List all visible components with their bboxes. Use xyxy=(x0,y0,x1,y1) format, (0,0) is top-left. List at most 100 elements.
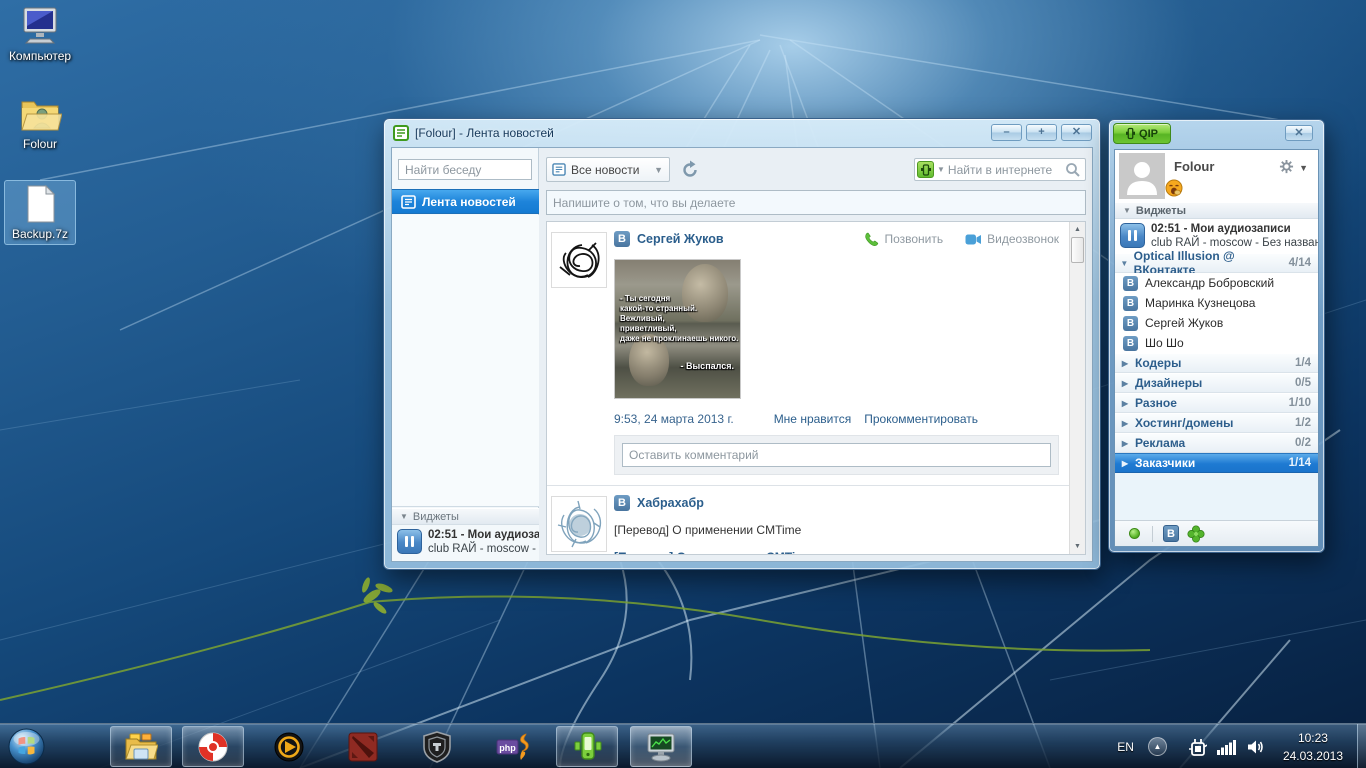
scroll-down-icon[interactable]: ▼ xyxy=(1071,540,1084,553)
contact-group-misc[interactable]: ▶ Разное 1/10 xyxy=(1115,393,1318,413)
panel-close-button[interactable]: ✕ xyxy=(1285,125,1313,141)
search-icon[interactable] xyxy=(1065,162,1081,178)
panel-widgets-header[interactable]: ▼ Виджеты xyxy=(1115,202,1318,219)
vk-account-icon[interactable]: B xyxy=(1163,525,1179,542)
newspaper-icon xyxy=(401,195,416,209)
internet-search-box[interactable]: ▼ xyxy=(914,158,1086,181)
network-signal-icon[interactable] xyxy=(1217,739,1237,755)
call-button[interactable]: Позвонить xyxy=(864,232,943,247)
chevron-down-icon[interactable]: ▼ xyxy=(1299,163,1308,173)
audio-player-widget[interactable]: 02:51 - Мои аудиозаписи club RAЙ - mosco… xyxy=(392,525,539,561)
contact-group-clients[interactable]: ▶ Заказчики 1/14 xyxy=(1115,453,1318,473)
desktop-icon-folour[interactable]: Folour xyxy=(4,94,76,151)
taskbar-qip-infium-window-button[interactable] xyxy=(630,726,692,767)
audio-widget-subtitle: club RAЙ - moscow - Без названия xyxy=(1151,237,1318,249)
post-timestamp: 9:53, 24 марта 2013 г. xyxy=(614,412,734,426)
conversation-search-input[interactable] xyxy=(398,159,532,180)
window-titlebar[interactable]: [Folour] - Лента новостей – + ✕ xyxy=(384,119,1100,147)
refresh-button[interactable] xyxy=(680,160,700,180)
collapse-arrow-icon: ▼ xyxy=(1115,259,1134,268)
contact-group-coders[interactable]: ▶ Кодеры 1/4 xyxy=(1115,353,1318,373)
power-plug-icon[interactable] xyxy=(1189,737,1207,757)
clock-date: 24.03.2013 xyxy=(1283,747,1343,765)
chevron-down-icon[interactable]: ▼ xyxy=(937,165,945,174)
feed-scrollbar[interactable]: ▲ ▼ xyxy=(1069,222,1085,554)
taskbar-yandex-browser-button[interactable] xyxy=(182,726,244,767)
audio-player-widget[interactable]: 02:51 - Мои аудиозаписи club RAЙ - mosco… xyxy=(1115,219,1318,253)
taskbar-qip-button[interactable] xyxy=(556,726,618,767)
sidebar-item-label: Лента новостей xyxy=(422,195,516,209)
minimize-button[interactable]: – xyxy=(991,124,1022,141)
pause-icon[interactable] xyxy=(397,529,422,554)
sidebar-widgets-header[interactable]: ▼ Виджеты xyxy=(392,508,539,525)
qip-menu-button[interactable]: QIP xyxy=(1113,123,1171,144)
taskbar-dota2-button[interactable] xyxy=(332,726,394,767)
expand-arrow-icon: ▶ xyxy=(1115,399,1135,408)
gear-icon[interactable] xyxy=(1279,159,1294,174)
avatar[interactable] xyxy=(551,496,607,552)
contact-row[interactable]: B Шо Шо xyxy=(1115,333,1318,353)
desktop-icon-label: Backup.7z xyxy=(5,227,75,241)
group-count: 1/2 xyxy=(1295,417,1311,429)
post-article-link[interactable]: [Перевод] О применении CMTime xyxy=(614,550,1059,554)
taskbar-clock[interactable]: 10:23 24.03.2013 xyxy=(1283,729,1343,765)
contact-group-designers[interactable]: ▶ Дизайнеры 0/5 xyxy=(1115,373,1318,393)
conversation-list-empty[interactable] xyxy=(392,215,539,507)
internet-search-input[interactable] xyxy=(948,163,1065,177)
like-link[interactable]: Мне нравится xyxy=(774,412,852,426)
contact-group-ads[interactable]: ▶ Реклама 0/2 xyxy=(1115,433,1318,453)
desktop-icon-backup[interactable]: Backup.7z xyxy=(4,180,76,245)
show-desktop-button[interactable] xyxy=(1357,724,1366,768)
desktop-icon-computer[interactable]: Компьютер xyxy=(4,6,76,63)
post-author[interactable]: Хабрахабр xyxy=(637,496,704,510)
world-of-tanks-icon xyxy=(422,731,452,763)
profile-name[interactable]: Folour xyxy=(1174,159,1214,174)
close-button[interactable]: ✕ xyxy=(1061,124,1092,141)
taskbar-wot-button[interactable] xyxy=(406,726,468,767)
start-button[interactable] xyxy=(8,728,45,765)
aimp-icon xyxy=(273,731,305,763)
online-status-icon[interactable] xyxy=(1129,528,1140,539)
status-update-input[interactable] xyxy=(546,190,1086,215)
expand-arrow-icon: ▶ xyxy=(1115,419,1135,428)
taskbar-phpstorm-button[interactable]: php xyxy=(482,726,544,767)
yawning-smiley-icon[interactable] xyxy=(1165,179,1183,197)
comment-input[interactable] xyxy=(622,443,1051,467)
profile-avatar[interactable] xyxy=(1119,153,1165,199)
qip-contact-panel: QIP ✕ Folour ▼ xyxy=(1108,119,1325,553)
sidebar-item-news-feed[interactable]: Лента новостей xyxy=(392,189,539,214)
group-name: Заказчики xyxy=(1135,456,1195,470)
contact-row[interactable]: B Маринка Кузнецова xyxy=(1115,293,1318,313)
window-icon xyxy=(393,125,409,141)
meme-image[interactable]: - Ты сегодня какой-то странный. Вежливый… xyxy=(614,259,741,399)
filter-label: Все новости xyxy=(571,163,654,177)
clover-icon[interactable] xyxy=(1187,525,1205,543)
show-hidden-icons-button[interactable]: ▲ xyxy=(1148,737,1167,756)
volume-icon[interactable] xyxy=(1247,739,1265,755)
contact-list-empty-area xyxy=(1115,473,1318,520)
contact-name: Сергей Жуков xyxy=(1145,316,1223,330)
taskbar-aimp-button[interactable] xyxy=(258,726,320,767)
contact-row[interactable]: B Сергей Жуков xyxy=(1115,313,1318,333)
expand-arrow-icon: ▶ xyxy=(1115,459,1135,468)
contact-group-hosting[interactable]: ▶ Хостинг/домены 1/2 xyxy=(1115,413,1318,433)
contact-row[interactable]: B Александр Бобровский xyxy=(1115,273,1318,293)
qip-search-provider-icon[interactable] xyxy=(917,161,934,178)
vk-icon: B xyxy=(1123,296,1138,311)
scrollbar-thumb[interactable] xyxy=(1071,237,1084,263)
maximize-button[interactable]: + xyxy=(1026,124,1057,141)
pause-icon[interactable] xyxy=(1120,223,1145,248)
feed-filter-dropdown[interactable]: Все новости ▼ xyxy=(546,157,670,182)
taskbar-explorer-button[interactable] xyxy=(110,726,172,767)
scroll-up-icon[interactable]: ▲ xyxy=(1071,223,1084,236)
video-call-button[interactable]: Видеозвонок xyxy=(965,232,1059,246)
call-label: Позвонить xyxy=(884,232,943,246)
language-indicator[interactable]: EN xyxy=(1117,740,1134,754)
qip-phone-icon xyxy=(1126,127,1135,140)
avatar[interactable] xyxy=(551,232,607,288)
contact-group-optical-illusion[interactable]: ▼ Optical Illusion @ ВКонтакте 4/14 xyxy=(1115,253,1318,273)
post-author[interactable]: Сергей Жуков xyxy=(637,232,724,246)
audio-widget-title: 02:51 - Мои аудиозаписи xyxy=(428,529,539,541)
group-name: Хостинг/домены xyxy=(1135,416,1233,430)
comment-link[interactable]: Прокомментировать xyxy=(864,412,978,426)
